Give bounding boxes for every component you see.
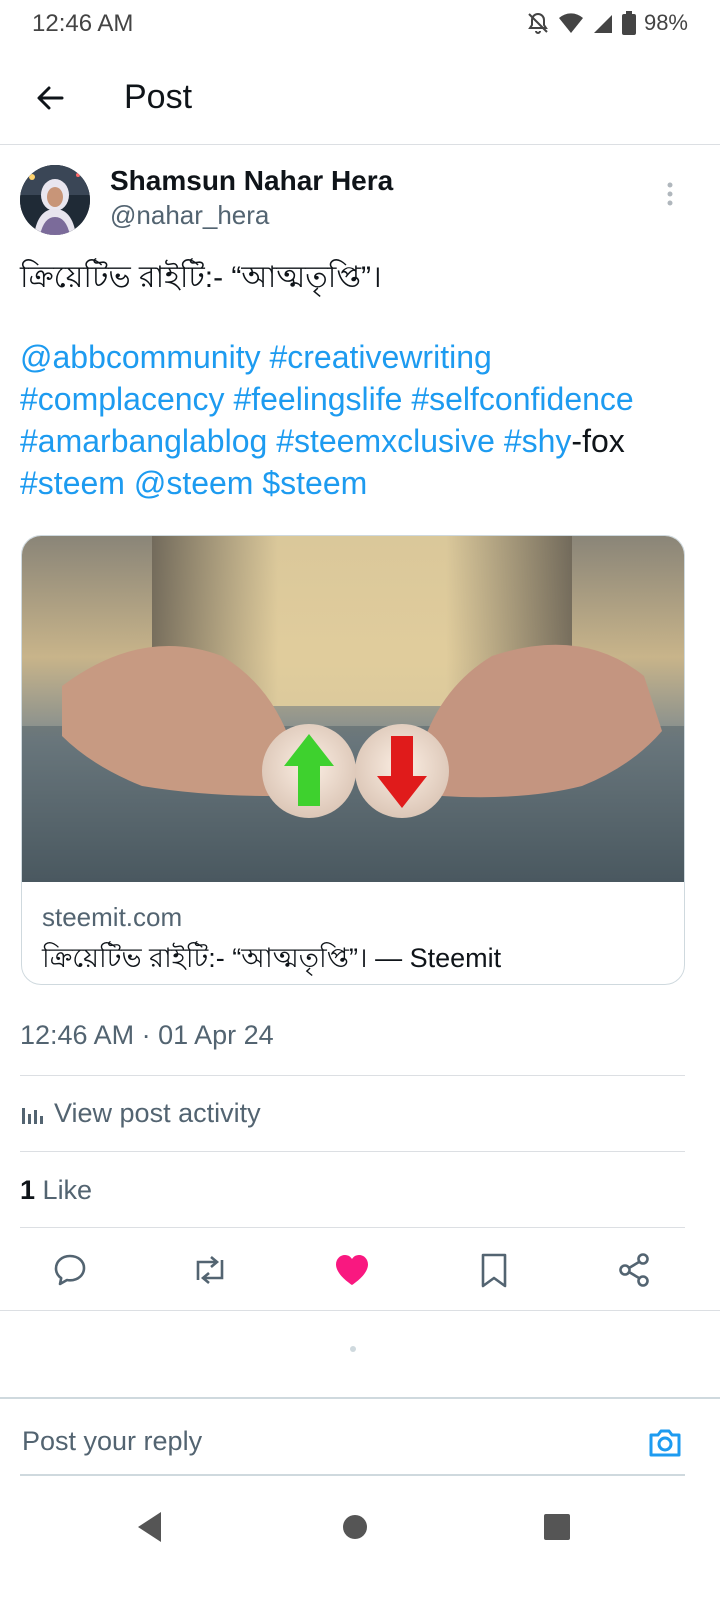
triangle-back-icon [135, 1510, 165, 1544]
tag-link[interactable]: #steemxclusive [276, 423, 495, 459]
tag-link[interactable]: #selfconfidence [411, 381, 633, 417]
likes-label: Like [42, 1175, 93, 1205]
divider [0, 1310, 720, 1311]
card-image [22, 536, 684, 882]
wifi-icon [558, 12, 584, 34]
likes-count: 1 [20, 1175, 36, 1205]
card-title: ক্রিয়েটিভ রাইটি:- “আত্মতৃপ্তি”। — Steem… [42, 943, 502, 973]
status-time: 12:46 AM [32, 10, 134, 37]
repost-icon [190, 1252, 230, 1288]
link-card[interactable]: steemit.com ক্রিয়েটিভ রাইটি:- “আত্মতৃপ্… [21, 535, 685, 985]
tag-link[interactable]: #steem [20, 465, 125, 501]
repost-button[interactable] [190, 1250, 230, 1290]
view-activity-label: View post activity [54, 1098, 261, 1128]
camera-button[interactable] [645, 1423, 685, 1463]
divider [20, 1075, 685, 1076]
divider [20, 1151, 685, 1152]
tag-link[interactable]: #shy [504, 423, 572, 459]
reply-divider [0, 1397, 720, 1399]
tag-link[interactable]: #amarbanglablog [20, 423, 267, 459]
bookmark-icon [479, 1252, 509, 1288]
tag-link[interactable]: @abbcommunity [20, 339, 261, 375]
post-tags: @abbcommunity #creativewriting #complace… [20, 336, 700, 504]
share-button[interactable] [614, 1250, 654, 1290]
author-handle[interactable]: @nahar_hera [110, 200, 269, 231]
likes-summary[interactable]: 1 Like [20, 1175, 92, 1206]
square-recents-icon [542, 1510, 572, 1544]
back-button[interactable] [28, 76, 72, 120]
camera-icon [645, 1423, 685, 1463]
tag-link[interactable]: $steem [262, 465, 367, 501]
author-name[interactable]: Shamsun Nahar Hera [110, 165, 393, 197]
share-icon [616, 1252, 652, 1288]
loading-dot [350, 1346, 356, 1352]
reply-button[interactable] [50, 1250, 90, 1290]
more-vertical-icon [660, 180, 680, 210]
card-domain: steemit.com [42, 902, 183, 932]
tag-link[interactable]: #feelingslife [233, 381, 402, 417]
status-icons: 98% [526, 10, 688, 36]
page-title: Post [124, 78, 193, 116]
tag-link[interactable]: @steem [134, 465, 254, 501]
post-timestamp: 12:46 AM · 01 Apr 24 [20, 1020, 274, 1050]
reply-input[interactable] [20, 1410, 624, 1472]
heart-icon [334, 1253, 370, 1287]
more-options-button[interactable] [660, 180, 680, 210]
header-divider [0, 144, 720, 145]
signal-icon [592, 12, 614, 34]
battery-icon [621, 11, 636, 35]
reply-icon [52, 1252, 88, 1288]
nav-home-button[interactable] [340, 1510, 370, 1544]
post-title: ক্রিয়েটিভ রাইটি:- “আত্মতৃপ্তি”। [20, 261, 382, 294]
tag-suffix-text: -fox [571, 423, 625, 459]
like-button[interactable] [332, 1250, 372, 1290]
bookmark-button[interactable] [474, 1250, 514, 1290]
arrow-left-icon [34, 82, 66, 114]
nav-back-button[interactable] [135, 1510, 165, 1544]
reply-underline [20, 1474, 685, 1476]
view-activity-link[interactable]: View post activity [20, 1098, 261, 1129]
divider [20, 1227, 685, 1228]
circle-home-icon [340, 1510, 370, 1544]
bell-off-icon [526, 11, 550, 35]
analytics-icon [20, 1102, 44, 1126]
tag-link[interactable]: #creativewriting [269, 339, 491, 375]
avatar[interactable] [20, 165, 90, 235]
battery-percent: 98% [643, 10, 688, 35]
tag-link[interactable]: #complacency [20, 381, 225, 417]
nav-recents-button[interactable] [542, 1510, 572, 1544]
